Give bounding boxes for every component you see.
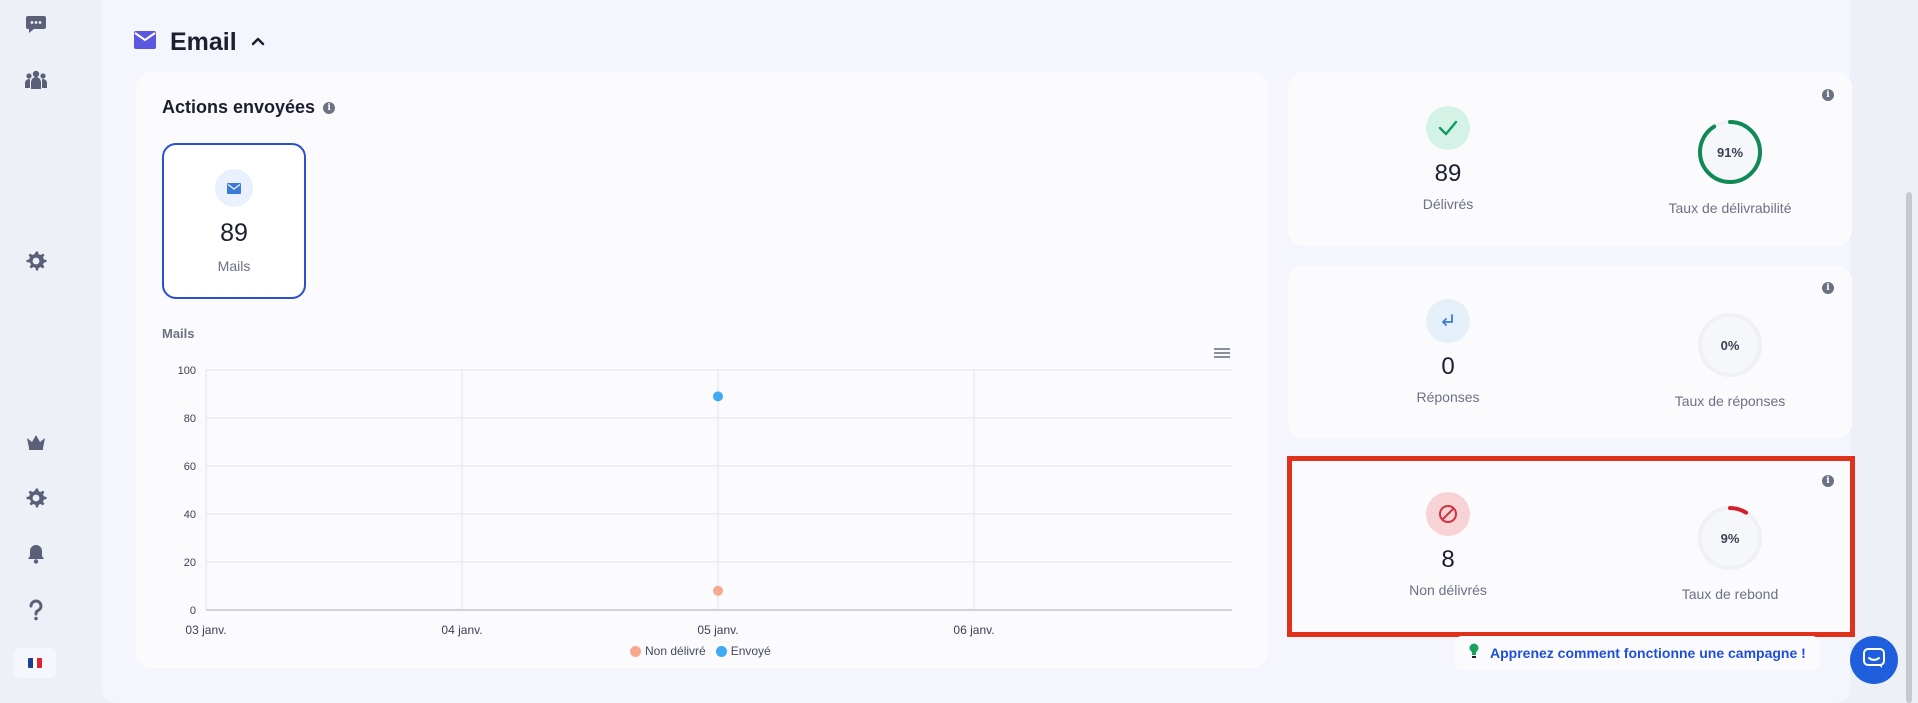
legend-label: Envoyé <box>730 644 771 658</box>
question-icon[interactable] <box>22 596 50 624</box>
bounce-rate-block: 9% Taux de rebond <box>1610 504 1850 602</box>
delivered-label: Délivrés <box>1422 196 1474 212</box>
x-tick-label: 06 janv. <box>953 623 994 637</box>
chat-button[interactable] <box>1850 636 1898 684</box>
y-tick-label: 20 <box>184 557 196 569</box>
stat-card-replies: i 0 Réponses 0% Taux de réponses <box>1288 265 1852 439</box>
mails-tile[interactable]: 89 Mails <box>162 143 306 299</box>
team-icon[interactable] <box>22 66 50 94</box>
y-tick-label: 60 <box>184 461 196 473</box>
info-icon[interactable]: i <box>1822 84 1834 102</box>
bounce-rate-gauge: 9% <box>1696 504 1764 572</box>
scrollbar-thumb[interactable] <box>1906 192 1912 703</box>
y-tick-label: 100 <box>178 365 196 377</box>
x-tick-label: 03 janv. <box>185 623 226 637</box>
chart-menu-icon[interactable] <box>1214 346 1230 360</box>
deliverability-gauge: 91% <box>1696 118 1764 186</box>
info-icon[interactable]: i <box>1822 277 1834 295</box>
y-tick-label: 40 <box>184 509 196 521</box>
x-tick-label: 04 janv. <box>441 623 482 637</box>
fr-flag-icon <box>28 658 42 668</box>
info-icon[interactable]: i <box>323 101 336 114</box>
legend-label: Non délivré <box>645 644 706 658</box>
deliverability-rate-block: 91% Taux de délivrabilité <box>1610 118 1850 216</box>
blocked-icon <box>1426 492 1470 536</box>
chart-title: Mails <box>162 326 195 341</box>
actions-title: Actions envoyées <box>162 97 316 117</box>
envelope-icon <box>215 169 253 207</box>
bounced-label: Non délivrés <box>1409 582 1487 598</box>
info-icon[interactable]: i <box>1822 470 1834 488</box>
legend-item-non-delivre[interactable]: Non délivré <box>630 644 706 658</box>
chevron-up-icon[interactable] <box>251 33 265 51</box>
data-point <box>713 391 723 402</box>
check-icon <box>1426 106 1470 150</box>
bounce-rate: 9% <box>1720 530 1740 546</box>
y-tick-label: 0 <box>190 605 196 617</box>
bounced-count-block: 8 Non délivrés <box>1328 492 1568 598</box>
gear-icon[interactable] <box>22 247 50 275</box>
x-tick-label: 05 janv. <box>697 623 738 637</box>
learn-campaign-text: Apprenez comment fonctionne une campagne… <box>1490 645 1806 661</box>
stat-card-delivered: i 89 Délivrés 91% Taux de délivrabilité <box>1288 72 1852 246</box>
mails-count: 89 <box>220 219 248 247</box>
bounced-count: 8 <box>1441 546 1455 573</box>
bell-icon[interactable] <box>22 540 50 568</box>
chat-bubble-icon[interactable] <box>22 10 50 38</box>
envelope-icon <box>134 30 156 54</box>
chart-legend: Non délivré Envoyé <box>630 644 771 658</box>
language-selector[interactable] <box>14 648 56 678</box>
learn-campaign-link[interactable]: Apprenez comment fonctionne une campagne… <box>1454 636 1820 670</box>
deliverability-label: Taux de délivrabilité <box>1668 200 1792 216</box>
section-title: Email <box>170 27 237 56</box>
sidebar <box>0 0 72 703</box>
data-point <box>713 585 723 596</box>
legend-dot <box>630 645 641 657</box>
reply-rate-gauge: 0% <box>1696 311 1764 379</box>
deliverability-rate: 91% <box>1716 144 1744 160</box>
legend-dot <box>715 645 727 657</box>
replies-count: 0 <box>1441 353 1455 380</box>
actions-title-row: Actions envoyées i <box>162 97 336 118</box>
reply-arrow-icon <box>1426 299 1470 343</box>
replies-count-block: 0 Réponses <box>1328 299 1568 405</box>
section-header[interactable]: Email <box>134 24 265 60</box>
mails-chart: 100 80 60 40 20 0 03 janv. 04 janv. 05 janv. 06 j… <box>178 365 1232 637</box>
replies-label: Réponses <box>1416 389 1480 405</box>
legend-item-envoye[interactable]: Envoyé <box>715 644 771 658</box>
reply-rate-block: 0% Taux de réponses <box>1610 311 1850 409</box>
delivered-count: 89 <box>1434 160 1462 187</box>
stat-card-bounced: i 8 Non délivrés 9% Taux de rebond <box>1288 458 1852 636</box>
lightbulb-icon <box>1468 643 1480 664</box>
gear-icon[interactable] <box>22 484 50 512</box>
delivered-count-block: 89 Délivrés <box>1328 106 1568 212</box>
y-tick-label: 80 <box>184 413 196 425</box>
bounce-rate-label: Taux de rebond <box>1681 586 1779 602</box>
reply-rate: 0% <box>1720 337 1740 353</box>
reply-rate-label: Taux de réponses <box>1674 393 1786 409</box>
mails-label: Mails <box>217 258 251 274</box>
chat-icon <box>1862 647 1886 674</box>
crown-icon[interactable] <box>22 428 50 456</box>
